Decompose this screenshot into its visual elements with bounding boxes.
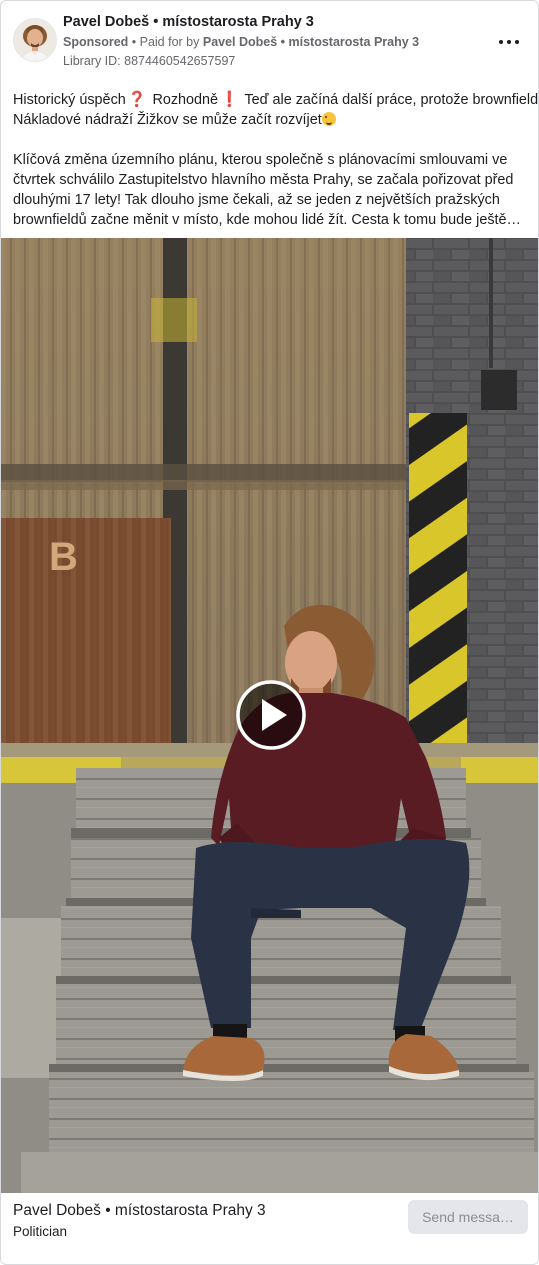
- video-media[interactable]: B: [1, 238, 538, 1193]
- more-options-button[interactable]: [498, 31, 520, 53]
- body-line: Klíčová změna územního plánu, kterou spo…: [13, 152, 508, 168]
- body-line: Nákladové nádraží Žižkov se může začít r…: [13, 110, 528, 130]
- post-body: Historický úspěch ❓ Rozhodně ❗ Teď ale zač…: [13, 90, 538, 230]
- question-emoji-icon: ❓: [127, 91, 147, 108]
- paid-for-by[interactable]: Pavel Dobeš • místostarosta Prahy 3: [203, 35, 419, 49]
- play-button[interactable]: [235, 679, 307, 751]
- ad-footer: Pavel Dobeš • místostarosta Prahy 3 Poli…: [1, 1193, 538, 1264]
- play-icon: [236, 680, 306, 750]
- page-name[interactable]: Pavel Dobeš • místostarosta Prahy 3: [63, 14, 314, 30]
- body-line[interactable]: brownfieldů začne měnit v místo, kde moh…: [13, 210, 528, 230]
- more-horizontal-icon-dot: [507, 40, 511, 44]
- body-text-segment: Nákladové nádraží Žižkov se může začít r…: [13, 112, 322, 128]
- post-header: Pavel Dobeš • místostarosta Prahy 3 Spon…: [1, 1, 538, 81]
- sponsored-line: Sponsored • Paid for by Pavel Dobeš • mí…: [63, 35, 419, 49]
- body-text-segment: Historický úspěch: [13, 92, 126, 108]
- more-horizontal-icon-dot: [515, 40, 519, 44]
- body-line: čtvrtek schválilo Zastupitelstvo hlavníh…: [13, 172, 514, 188]
- exclamation-emoji-icon: ❗: [220, 91, 239, 108]
- body-text-segment: Rozhodně: [148, 92, 219, 108]
- body-line: dlouhými 17 lety! Tak dlouho jsme čekali…: [13, 192, 500, 208]
- wink-emoji-icon: [321, 112, 336, 126]
- body-text-segment: Teď ale začíná další práce, protože brow…: [240, 92, 539, 108]
- more-horizontal-icon: [499, 40, 503, 44]
- paid-for-prefix: • Paid for by: [128, 35, 203, 49]
- body-line: Historický úspěch ❓ Rozhodně ❗ Teď ale zač…: [13, 90, 538, 110]
- wall-letter: B: [49, 535, 78, 579]
- send-message-button[interactable]: Send messa…: [408, 1200, 528, 1234]
- footer-page-name[interactable]: Pavel Dobeš • místostarosta Prahy 3: [13, 1202, 266, 1220]
- avatar[interactable]: [13, 18, 57, 62]
- library-id: Library ID: 887446054265759​7: [63, 54, 236, 68]
- footer-category: Politician: [13, 1224, 68, 1239]
- sponsored-label: Sponsored: [63, 35, 129, 49]
- ad-card: Pavel Dobeš • místostarosta Prahy 3 Spon…: [0, 0, 539, 1265]
